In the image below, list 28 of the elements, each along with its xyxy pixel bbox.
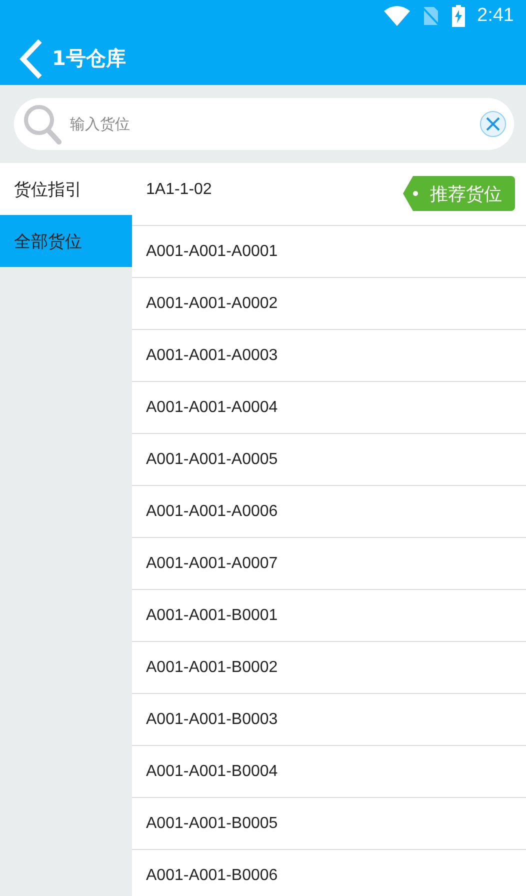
back-button[interactable] (18, 38, 44, 80)
location-code[interactable]: A001-A001-B0006 (146, 866, 278, 884)
location-code[interactable]: A001-A001-A0004 (146, 398, 278, 416)
location-code[interactable]: A001-A001-A0007 (146, 554, 278, 572)
location-code[interactable]: A001-A001-A0005 (146, 450, 278, 468)
location-code[interactable]: A001-A001-A0002 (146, 294, 278, 312)
status-time: 2:41 (477, 5, 514, 27)
no-sim-icon (422, 5, 440, 27)
location-code[interactable]: A001-A001-B0005 (146, 814, 278, 832)
location-code[interactable]: A001-A001-A0003 (146, 346, 278, 364)
location-code[interactable]: A001-A001-B0001 (146, 606, 278, 624)
location-code[interactable]: A001-A001-B0002 (146, 658, 278, 676)
close-icon (486, 117, 500, 131)
location-code[interactable]: A001-A001-B0003 (146, 710, 278, 728)
location-code[interactable]: 1A1-1-02 (146, 181, 212, 199)
battery-charging-icon (452, 5, 466, 27)
clear-button[interactable] (480, 111, 506, 137)
recommended-tag: 推荐货位 (403, 176, 515, 211)
sidebar-tab[interactable]: 货位指引 (0, 163, 132, 215)
sidebar-tab[interactable]: 全部货位 (0, 215, 132, 267)
page-title: 1号仓库 (52, 45, 126, 72)
wifi-icon (384, 6, 410, 26)
search-input[interactable]: 输入货位 (68, 114, 474, 134)
location-code[interactable]: A001-A001-B0004 (146, 762, 278, 780)
location-code[interactable]: A001-A001-A0001 (146, 242, 278, 260)
search-field[interactable]: 输入货位 (14, 98, 514, 150)
location-code[interactable]: A001-A001-A0006 (146, 502, 278, 520)
search-icon (22, 103, 62, 145)
